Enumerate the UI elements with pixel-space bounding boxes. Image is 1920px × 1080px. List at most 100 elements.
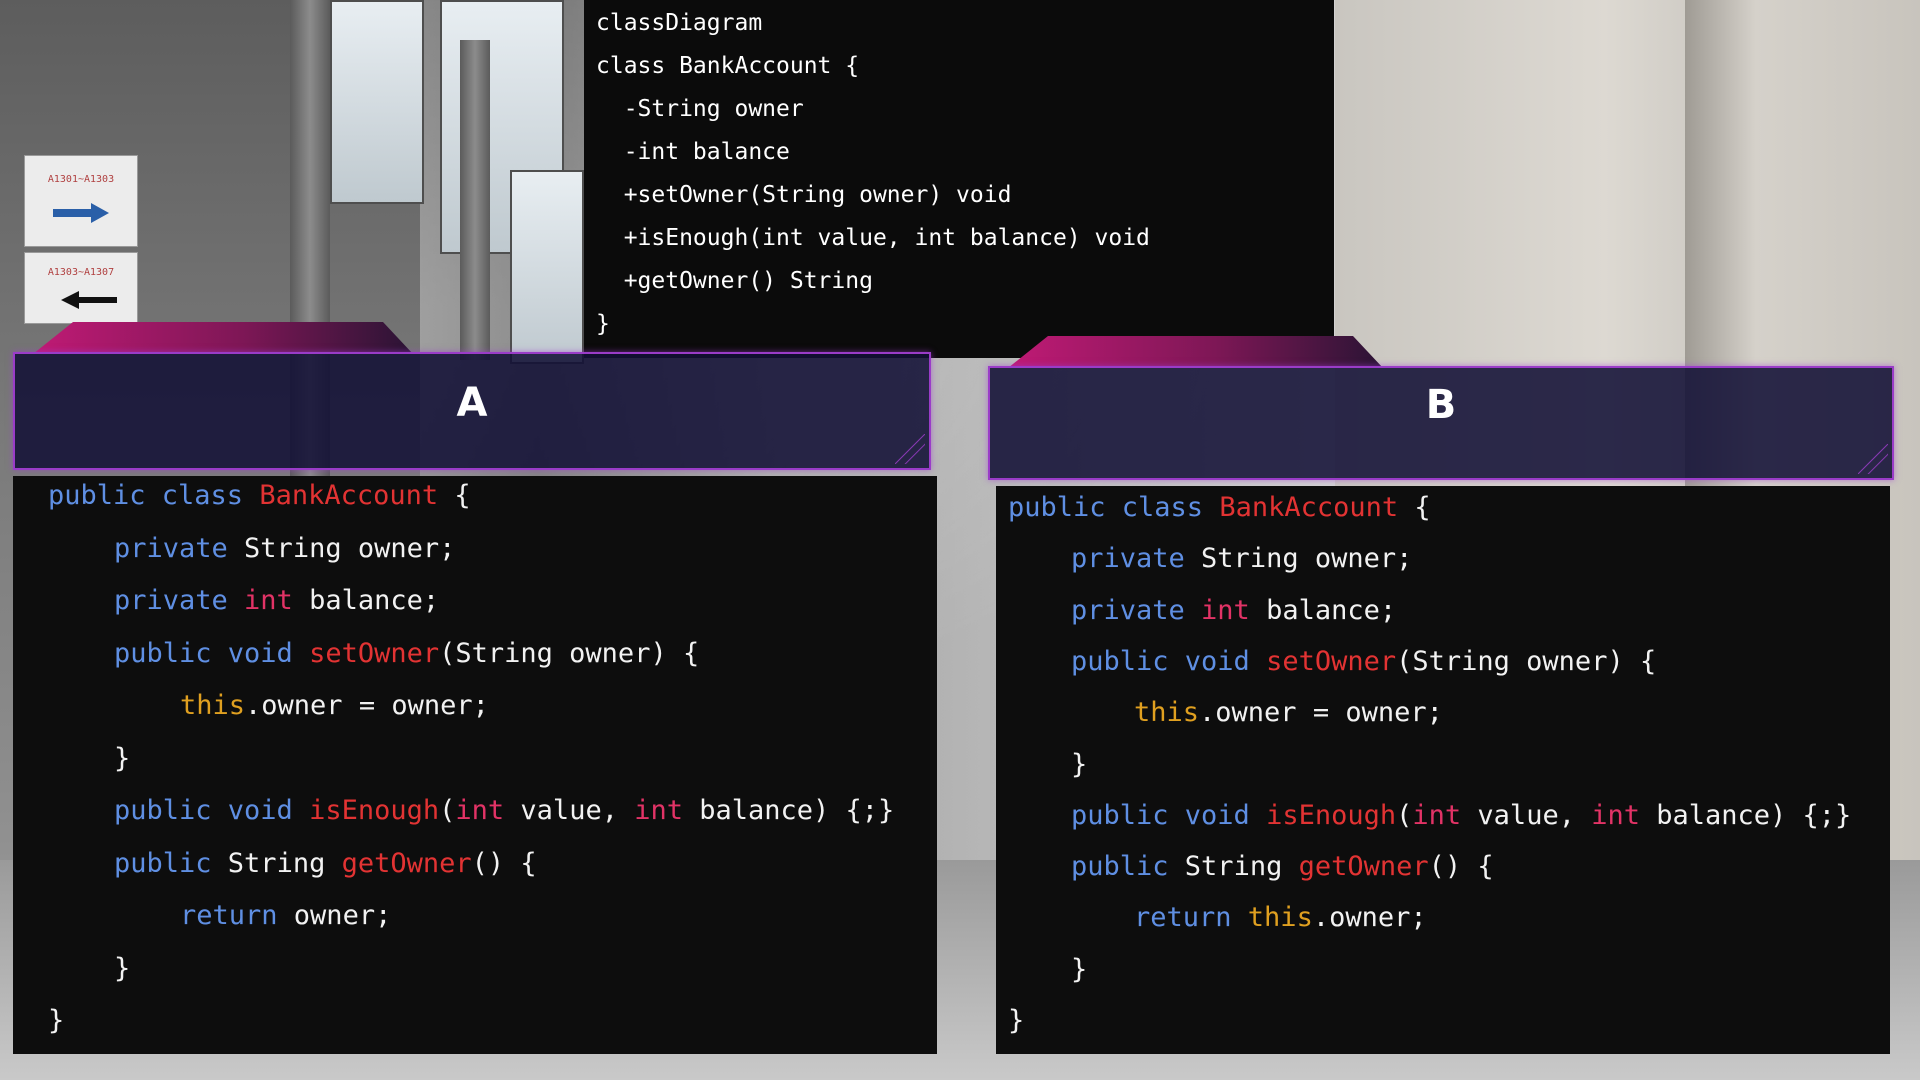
code-line: this.owner = owner; [180, 690, 489, 721]
code-token: this [1247, 902, 1313, 934]
code-token: private [1071, 543, 1202, 575]
corner-decoration [895, 434, 925, 464]
code-token: ( [1396, 799, 1413, 831]
code-token: String owner; [244, 532, 456, 564]
code-line: public void setOwner(String owner) { [114, 638, 699, 669]
code-line: public void setOwner(String owner) { [1071, 646, 1656, 677]
code-token: { [1398, 492, 1431, 523]
code-token: private [1071, 594, 1202, 626]
code-token: this [180, 690, 246, 721]
code-token: BankAccount [259, 480, 439, 511]
code-token: private [114, 585, 245, 616]
code-token: { [438, 480, 471, 511]
option-a-label: A [456, 380, 488, 426]
code-token: getOwner [341, 847, 472, 879]
code-line: private int balance; [114, 585, 439, 616]
code-token: public class [48, 480, 260, 511]
corner-decoration [1858, 444, 1888, 474]
uml-class-diagram-panel: classDiagram class BankAccount { -String… [584, 0, 1334, 358]
code-token: public void [1071, 799, 1267, 831]
code-token: int [1201, 594, 1267, 626]
uml-line: classDiagram [596, 10, 763, 36]
code-token: } [114, 952, 131, 984]
code-line: } [114, 743, 130, 774]
code-token: private [114, 532, 245, 564]
uml-line: -int balance [596, 139, 790, 165]
option-b-code-panel[interactable]: public class BankAccount { private String… [996, 486, 1890, 1054]
code-line: return this.owner; [1134, 902, 1427, 933]
code-token: String [1184, 851, 1299, 883]
uml-line: -String owner [596, 96, 804, 122]
code-line: } [114, 953, 130, 984]
code-line: private String owner; [1071, 543, 1412, 574]
code-token: .owner; [1312, 902, 1427, 934]
sign-text: A1301~A1303 [47, 174, 115, 185]
option-a-code-panel[interactable]: public class BankAccount { private String… [13, 476, 937, 1054]
code-line: private int balance; [1071, 595, 1396, 626]
code-token: return [180, 900, 294, 931]
background-window [330, 0, 424, 204]
code-token: value, [1477, 799, 1592, 831]
code-token: (String owner) { [1396, 645, 1657, 677]
code-token: .owner = owner; [245, 690, 489, 721]
header-tab-decoration [1008, 336, 1383, 368]
code-line: } [1071, 954, 1087, 985]
background-pillar [460, 40, 490, 360]
code-line: public String getOwner() { [114, 848, 537, 879]
code-token: } [48, 1005, 65, 1036]
sign-text: A1303~A1307 [47, 267, 115, 278]
code-token: public [114, 847, 228, 879]
code-line: public String getOwner() { [1071, 851, 1494, 882]
code-token: ( [439, 795, 456, 826]
code-token: balance; [309, 585, 440, 616]
code-line: } [48, 1005, 64, 1036]
code-token: public void [114, 795, 310, 826]
code-token: setOwner [309, 637, 440, 669]
code-token: } [1071, 953, 1088, 985]
code-line: public void isEnough(int value, int bala… [114, 795, 894, 826]
arrow-right-icon [53, 203, 109, 223]
option-b-header[interactable]: B [988, 336, 1894, 480]
code-token: balance; [1266, 594, 1397, 626]
code-token: } [1071, 748, 1088, 780]
code-token: owner; [293, 900, 392, 931]
code-token: public [1071, 851, 1185, 883]
code-token: String owner; [1201, 543, 1413, 575]
code-token: (String owner) { [439, 637, 700, 669]
code-token: } [1008, 1005, 1025, 1036]
code-token: isEnough [1266, 799, 1397, 831]
code-token: public class [1008, 492, 1220, 523]
code-line: public void isEnough(int value, int bala… [1071, 800, 1851, 831]
code-line: private String owner; [114, 533, 455, 564]
code-token: isEnough [309, 795, 440, 826]
arrow-left-icon [61, 291, 117, 309]
code-token: setOwner [1266, 645, 1397, 677]
code-line: public class BankAccount { [1008, 492, 1431, 523]
code-token: int [634, 795, 700, 826]
code-line: public class BankAccount { [48, 480, 471, 511]
background-sign: A1301~A1303 [24, 155, 138, 247]
code-token: this [1134, 697, 1200, 729]
code-token: String [227, 847, 342, 879]
code-line: } [1008, 1005, 1024, 1036]
code-token: value, [520, 795, 635, 826]
code-line: this.owner = owner; [1134, 697, 1443, 728]
code-token: int [1412, 799, 1478, 831]
code-token: } [114, 742, 131, 774]
code-token: int [1591, 799, 1657, 831]
uml-line: +setOwner(String owner) void [596, 182, 1012, 208]
code-token: () { [1428, 851, 1494, 883]
code-token: int [455, 795, 521, 826]
option-a-header[interactable]: A [13, 322, 931, 470]
code-token: balance) {;} [1656, 799, 1852, 831]
uml-line: +isEnough(int value, int balance) void [596, 225, 1150, 251]
background-window [440, 0, 564, 254]
option-b-label: B [1425, 382, 1457, 428]
uml-line: class BankAccount { [596, 53, 860, 79]
uml-line: +getOwner() String [596, 268, 873, 294]
code-token: balance) {;} [699, 795, 895, 826]
code-token: public void [114, 637, 310, 669]
background-sign: A1303~A1307 [24, 252, 138, 324]
code-token: getOwner [1298, 851, 1429, 883]
code-token: int [244, 585, 310, 616]
